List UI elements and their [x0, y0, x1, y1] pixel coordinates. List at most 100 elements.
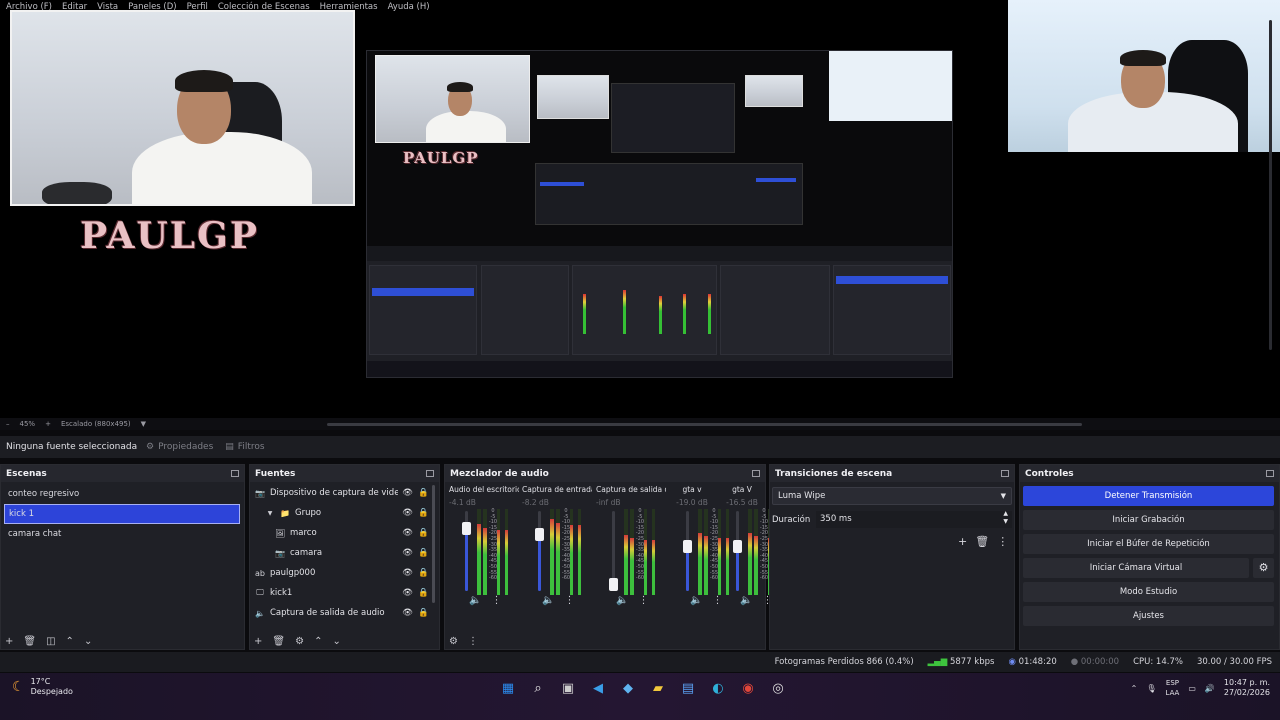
lock-icon[interactable]: 🔒 — [418, 508, 429, 518]
zoom-out-icon[interactable]: – — [6, 420, 10, 428]
mute-speaker-icon[interactable]: 🔈 — [542, 595, 554, 606]
scene-filter-icon[interactable]: ◫ — [46, 636, 55, 647]
visibility-eye-icon[interactable]: 👁 — [402, 548, 413, 558]
visibility-eye-icon[interactable]: 👁 — [402, 588, 413, 598]
menu-item[interactable]: Ayuda (H) — [388, 0, 430, 14]
language-indicator[interactable]: ESP LAA — [1166, 678, 1180, 698]
spin-arrows-icon[interactable]: ▲ ▼ — [1003, 510, 1008, 526]
fader-knob[interactable] — [609, 578, 618, 591]
visibility-eye-icon[interactable]: 👁 — [402, 508, 413, 518]
chevron-up-icon[interactable]: ⌃ — [314, 636, 322, 647]
vscode-icon[interactable]: ◀ — [588, 678, 608, 698]
visibility-eye-icon[interactable]: 👁 — [402, 608, 413, 618]
volume-fader[interactable] — [733, 511, 742, 591]
more-icon[interactable]: ⋮ — [564, 595, 574, 606]
search-icon[interactable]: ⌕ — [528, 678, 548, 698]
scene-item-selected[interactable]: kick 1 — [4, 504, 240, 524]
add-icon[interactable]: + — [958, 535, 967, 548]
add-icon[interactable]: + — [5, 636, 13, 647]
volume-fader[interactable] — [609, 511, 618, 591]
start-recording-button[interactable]: Iniciar Grabación — [1023, 510, 1274, 530]
virtual-camera-settings-icon[interactable]: ⚙ — [1253, 558, 1274, 578]
fader-knob[interactable] — [462, 521, 471, 535]
fader-knob[interactable] — [683, 540, 692, 553]
chevron-down-icon[interactable]: ⌄ — [84, 636, 92, 647]
mute-speaker-icon[interactable]: 🔈 — [469, 595, 481, 606]
gear-icon[interactable]: ⚙ — [295, 636, 304, 647]
weather-widget[interactable]: ☾ 17°C Despejado — [12, 677, 73, 697]
filters-button[interactable]: ▤ Filtros — [225, 442, 264, 452]
undock-icon[interactable] — [1001, 470, 1009, 477]
preview-vertical-scrollbar[interactable] — [1269, 20, 1272, 350]
undock-icon[interactable] — [1266, 470, 1274, 477]
duration-spinbox[interactable]: 350 ms ▲ ▼ — [816, 510, 1012, 528]
trash-icon[interactable]: 🗑 — [272, 636, 285, 647]
menu-item[interactable]: Paneles (D) — [128, 0, 176, 14]
trash-icon[interactable]: 🗑 — [975, 535, 989, 548]
task-view-icon[interactable]: ▣ — [558, 678, 578, 698]
zoom-level[interactable]: 45% — [20, 420, 36, 428]
undock-icon[interactable] — [752, 470, 760, 477]
source-item[interactable]: 🖼 marco 👁 🔒 — [250, 523, 439, 543]
fader-knob[interactable] — [535, 528, 544, 541]
source-item[interactable]: 🔈 Captura de salida de audio 👁 🔒 — [250, 603, 439, 623]
mute-speaker-icon[interactable]: 🔈 — [690, 595, 702, 606]
windows-start-icon[interactable]: ▦ — [498, 678, 518, 698]
program-preview[interactable]: Archivo (F) Editar Vista Paneles (D) Perfil C… — [0, 0, 1280, 418]
undock-icon[interactable] — [426, 470, 434, 477]
chevron-up-icon[interactable]: ⌃ — [66, 636, 74, 647]
menu-item[interactable]: Vista — [97, 0, 118, 14]
lock-icon[interactable]: 🔒 — [418, 568, 429, 578]
studio-mode-button[interactable]: Modo Estudio — [1023, 582, 1274, 602]
chrome-icon[interactable]: ◉ — [738, 678, 758, 698]
stop-streaming-button[interactable]: Detener Transmisión — [1023, 486, 1274, 506]
lock-icon[interactable]: 🔒 — [418, 548, 429, 558]
add-icon[interactable]: + — [254, 636, 262, 647]
virtual-camera-button[interactable]: Iniciar Cámara Virtual — [1023, 558, 1249, 578]
lock-icon[interactable]: 🔒 — [418, 608, 429, 618]
store-icon[interactable]: ▤ — [678, 678, 698, 698]
settings-button[interactable]: Ajustes — [1023, 606, 1274, 626]
visibility-eye-icon[interactable]: 👁 — [402, 568, 413, 578]
source-item[interactable]: 🖵 kick1 👁 🔒 — [250, 583, 439, 603]
properties-button[interactable]: ⚙ Propiedades — [146, 442, 213, 452]
source-item[interactable]: 📷 Dispositivo de captura de video 👁 🔒 — [250, 483, 439, 503]
source-item[interactable]: ab paulgp000 👁 🔒 — [250, 563, 439, 583]
chevron-down-icon[interactable]: ⌄ — [332, 636, 340, 647]
menu-item[interactable]: Editar — [62, 0, 87, 14]
scene-item[interactable]: conteo regresivo — [1, 484, 244, 504]
undock-icon[interactable] — [231, 470, 239, 477]
volume-fader[interactable] — [683, 511, 692, 591]
zoom-in-icon[interactable]: + — [45, 420, 51, 428]
visibility-eye-icon[interactable]: 👁 — [402, 528, 413, 538]
mute-speaker-icon[interactable]: 🔈 — [740, 595, 752, 606]
chevron-up-icon[interactable]: ⌃ — [1131, 684, 1138, 693]
preview-horizontal-scrollbar[interactable] — [327, 423, 1082, 426]
clock[interactable]: 10:47 p. m. 27/02/2026 — [1224, 678, 1270, 698]
chevron-down-icon[interactable]: ▼ — [141, 420, 146, 428]
lock-icon[interactable]: 🔒 — [418, 588, 429, 598]
volume-fader[interactable] — [462, 511, 471, 591]
expand-group-icon[interactable]: ▼ — [265, 510, 275, 517]
trash-icon[interactable]: 🗑 — [23, 636, 36, 647]
obs-icon[interactable]: ◎ — [768, 678, 788, 698]
fader-knob[interactable] — [733, 540, 742, 553]
source-item[interactable]: 📷 camara 👁 🔒 — [250, 543, 439, 563]
display-icon[interactable]: ▭ — [1188, 684, 1196, 693]
more-icon[interactable]: ⋮ — [997, 535, 1008, 548]
visibility-eye-icon[interactable]: 👁 — [402, 488, 413, 498]
mute-speaker-icon[interactable]: 🔈 — [616, 595, 628, 606]
more-icon[interactable]: ⋮ — [468, 636, 478, 647]
lock-icon[interactable]: 🔒 — [418, 488, 429, 498]
edge-icon[interactable]: ◐ — [708, 678, 728, 698]
menu-item[interactable]: Colección de Escenas — [218, 0, 310, 14]
replay-buffer-button[interactable]: Iniciar el Búfer de Repetición — [1023, 534, 1274, 554]
source-item[interactable]: ▼ 📁 Grupo 👁 🔒 — [250, 503, 439, 523]
transition-select[interactable]: Luma Wipe ▼ — [772, 487, 1012, 505]
microphone-icon[interactable]: 🎙 — [1146, 684, 1156, 693]
volume-fader[interactable] — [535, 511, 544, 591]
lock-icon[interactable]: 🔒 — [418, 528, 429, 538]
menu-item[interactable]: Perfil — [187, 0, 208, 14]
more-icon[interactable]: ⋮ — [491, 595, 501, 606]
volume-icon[interactable]: 🔊 — [1205, 684, 1215, 693]
